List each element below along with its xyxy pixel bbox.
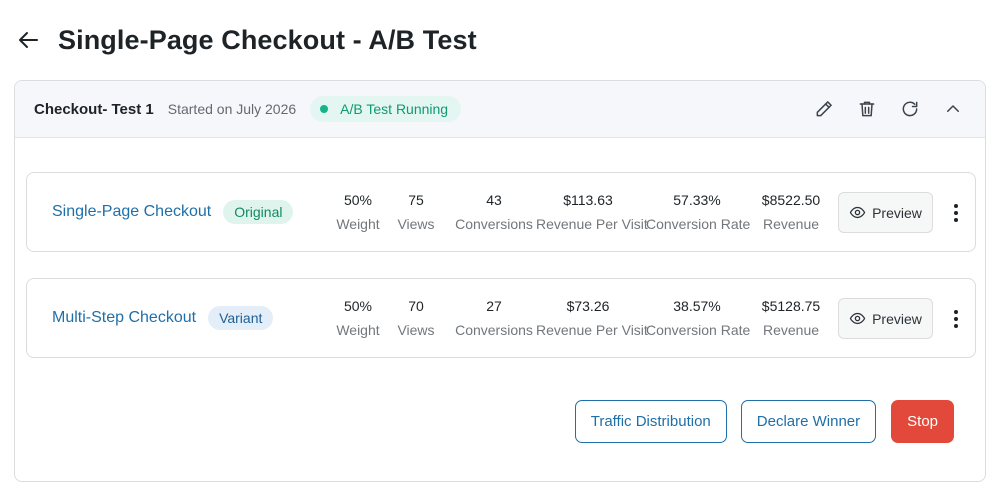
conversions-label: Conversions bbox=[455, 216, 533, 232]
refresh-icon bbox=[902, 101, 918, 117]
views-value: 75 bbox=[408, 192, 424, 208]
preview-button[interactable]: Preview bbox=[838, 298, 933, 339]
stat-weight: 50% Weight bbox=[331, 296, 385, 338]
stat-revenue: $8522.50 Revenue bbox=[756, 190, 826, 232]
more-options-button[interactable] bbox=[946, 200, 966, 226]
stat-views: 70 Views bbox=[391, 296, 441, 338]
edit-button[interactable] bbox=[811, 96, 837, 122]
status-dot bbox=[320, 105, 329, 113]
footer-actions: Traffic Distribution Declare Winner Stop bbox=[561, 400, 954, 443]
views-value: 70 bbox=[408, 298, 424, 314]
conversions-value: 43 bbox=[486, 192, 502, 208]
more-options-button[interactable] bbox=[946, 306, 966, 332]
header-actions bbox=[794, 96, 966, 122]
weight-label: Weight bbox=[336, 322, 380, 338]
ab-test-card: Checkout- Test 1 Started on July 2026 A/… bbox=[14, 80, 986, 482]
eye-icon bbox=[849, 206, 866, 219]
variant-name[interactable]: Single-Page Checkout bbox=[52, 203, 211, 221]
declare-winner-button[interactable]: Declare Winner bbox=[740, 400, 877, 443]
test-header: Checkout- Test 1 Started on July 2026 A/… bbox=[15, 81, 985, 138]
conv-rate-value: 38.57% bbox=[673, 298, 721, 314]
arrow-left-icon bbox=[19, 32, 38, 48]
stat-conversions: 27 Conversions bbox=[444, 296, 544, 338]
trash-icon bbox=[859, 101, 875, 117]
stat-conversion-rate: 38.57% Conversion Rate bbox=[646, 296, 751, 338]
stat-revenue: $5128.75 Revenue bbox=[756, 296, 826, 338]
revenue-label: Revenue bbox=[762, 322, 820, 338]
variant-name[interactable]: Multi-Step Checkout bbox=[52, 309, 196, 327]
conv-rate-label: Conversion Rate bbox=[646, 216, 751, 232]
traffic-distribution-button[interactable]: Traffic Distribution bbox=[574, 400, 727, 443]
eye-icon bbox=[849, 312, 866, 325]
variant-name-link[interactable]: Single-Page Checkout Original bbox=[52, 173, 294, 251]
collapse-button[interactable] bbox=[940, 96, 966, 122]
rpv-label: Revenue Per Visit bbox=[536, 216, 648, 232]
started-date: Started on July 2026 bbox=[167, 101, 297, 117]
stat-conversions: 43 Conversions bbox=[444, 190, 544, 232]
views-label: Views bbox=[397, 322, 435, 338]
test-name: Checkout- Test 1 bbox=[34, 100, 154, 118]
rpv-label: Revenue Per Visit bbox=[536, 322, 648, 338]
status-badge: A/B Test Running bbox=[310, 96, 462, 122]
page-title: Single-Page Checkout - A/B Test bbox=[58, 24, 477, 55]
weight-value: 50% bbox=[343, 192, 373, 208]
variant-row-variant: Multi-Step Checkout Variant 50% Weight 7… bbox=[26, 278, 976, 358]
rpv-value: $73.26 bbox=[566, 298, 610, 314]
variant-badge: Variant bbox=[208, 306, 274, 330]
variant-row-original: Single-Page Checkout Original 50% Weight… bbox=[26, 172, 976, 252]
variant-badge: Original bbox=[223, 200, 294, 224]
stat-revenue-per-visit: $113.63 Revenue Per Visit bbox=[536, 190, 648, 232]
preview-label: Preview bbox=[872, 310, 922, 327]
variant-name-link[interactable]: Multi-Step Checkout Variant bbox=[52, 279, 274, 357]
rpv-value: $113.63 bbox=[563, 192, 613, 208]
stat-revenue-per-visit: $73.26 Revenue Per Visit bbox=[536, 296, 648, 338]
stat-views: 75 Views bbox=[391, 190, 441, 232]
conversions-value: 27 bbox=[486, 298, 502, 314]
weight-label: Weight bbox=[336, 216, 380, 232]
stat-weight: 50% Weight bbox=[331, 190, 385, 232]
preview-button[interactable]: Preview bbox=[838, 192, 933, 233]
kebab-icon bbox=[954, 310, 958, 328]
pencil-icon bbox=[816, 101, 832, 117]
conversions-label: Conversions bbox=[455, 322, 533, 338]
page-header: Single-Page Checkout - A/B Test bbox=[14, 18, 477, 62]
refresh-button[interactable] bbox=[897, 96, 923, 122]
status-text: A/B Test Running bbox=[340, 101, 449, 117]
preview-label: Preview bbox=[872, 204, 922, 221]
revenue-label: Revenue bbox=[762, 216, 820, 232]
kebab-icon bbox=[954, 204, 958, 222]
delete-button[interactable] bbox=[854, 96, 880, 122]
views-label: Views bbox=[397, 216, 435, 232]
revenue-value: $8522.50 bbox=[761, 192, 821, 208]
revenue-value: $5128.75 bbox=[761, 298, 821, 314]
chevron-up-icon bbox=[947, 105, 959, 112]
stop-button[interactable]: Stop bbox=[891, 400, 954, 443]
back-button[interactable] bbox=[14, 25, 44, 55]
conv-rate-label: Conversion Rate bbox=[646, 322, 751, 338]
conv-rate-value: 57.33% bbox=[673, 192, 721, 208]
weight-value: 50% bbox=[343, 298, 373, 314]
stat-conversion-rate: 57.33% Conversion Rate bbox=[646, 190, 751, 232]
